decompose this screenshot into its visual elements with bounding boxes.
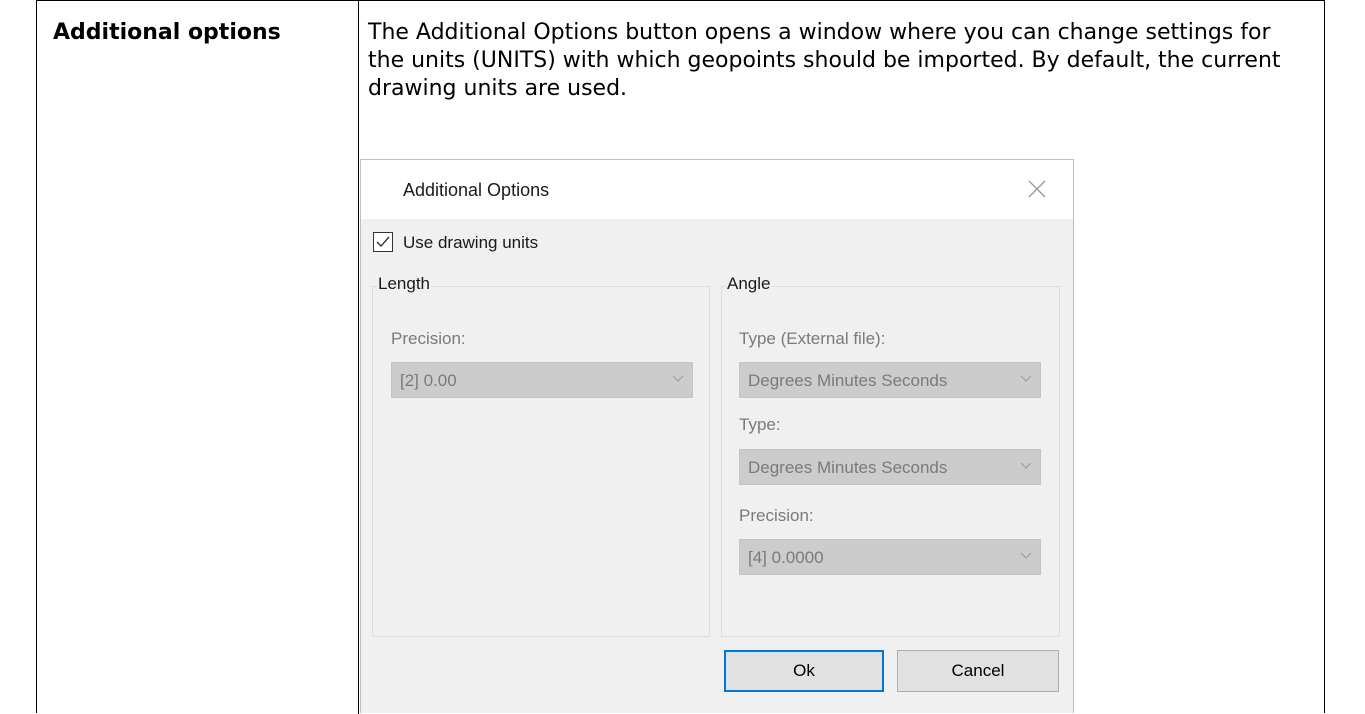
angle-precision-select[interactable]: [4] 0.0000 bbox=[739, 539, 1041, 575]
length-precision-select[interactable]: [2] 0.00 bbox=[391, 362, 693, 398]
angle-type-external-value: Degrees Minutes Seconds bbox=[748, 371, 948, 390]
cancel-button[interactable]: Cancel bbox=[897, 650, 1059, 692]
length-group: Length Precision: [2] 0.00 bbox=[372, 274, 710, 637]
angle-group: Angle Type (External file): Degrees Minu… bbox=[721, 274, 1060, 637]
angle-legend: Angle bbox=[726, 274, 772, 294]
chevron-down-icon bbox=[672, 375, 684, 382]
chevron-down-icon bbox=[1020, 552, 1032, 559]
angle-type-external-label: Type (External file): bbox=[739, 329, 886, 348]
chevron-down-icon bbox=[1020, 375, 1032, 382]
angle-type-value: Degrees Minutes Seconds bbox=[748, 458, 948, 477]
angle-precision-label: Precision: bbox=[739, 506, 814, 525]
ok-button[interactable]: Ok bbox=[724, 650, 884, 692]
angle-type-select[interactable]: Degrees Minutes Seconds bbox=[739, 449, 1041, 485]
column-divider bbox=[358, 1, 359, 714]
dialog-title: Additional Options bbox=[403, 180, 550, 200]
checkmark-icon bbox=[376, 236, 390, 248]
angle-type-external-select[interactable]: Degrees Minutes Seconds bbox=[739, 362, 1041, 398]
chevron-down-icon bbox=[1020, 462, 1032, 469]
use-drawing-units-label: Use drawing units bbox=[403, 233, 539, 252]
use-drawing-units-checkbox[interactable] bbox=[373, 232, 393, 252]
length-precision-label: Precision: bbox=[391, 329, 466, 348]
term-cell: Additional options bbox=[53, 20, 281, 45]
dialog-titlebar: Additional Options bbox=[361, 160, 1073, 219]
close-icon[interactable] bbox=[1025, 177, 1049, 201]
angle-precision-value: [4] 0.0000 bbox=[748, 548, 824, 567]
description-text: The Additional Options button opens a wi… bbox=[368, 20, 1281, 101]
length-precision-value: [2] 0.00 bbox=[400, 371, 457, 390]
length-legend: Length bbox=[377, 274, 431, 294]
angle-type-label: Type: bbox=[739, 415, 781, 434]
additional-options-dialog: Additional Options Use drawing units Len… bbox=[360, 159, 1074, 713]
